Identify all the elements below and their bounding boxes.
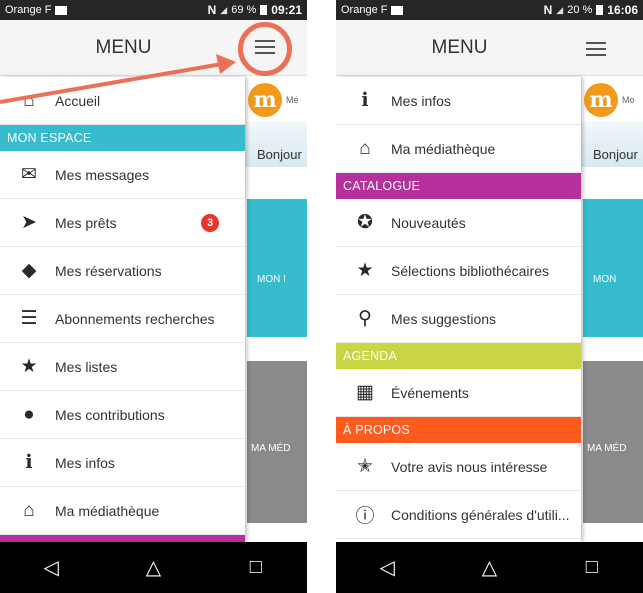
home-background: m Mé Bonjour MON I MA MÉD (245, 77, 307, 542)
status-bar: Orange F N ◢ 69 % 09:21 (0, 0, 307, 20)
hamburger-menu-icon[interactable] (586, 40, 606, 58)
menu-item[interactable]: ✪ Nouveautés (336, 199, 581, 247)
home-background: m Mo Bonjour MON MA MÉD (581, 77, 643, 542)
signal-icon: ◢ (556, 4, 564, 15)
menu-item-label: Abonnements recherches (55, 310, 215, 327)
menu-item-label: Ma médiathèque (391, 140, 496, 157)
home-icon: ⌂ (23, 499, 35, 521)
ma-mediatheque-tile[interactable]: MA MÉD (247, 361, 307, 523)
clock: 09:21 (271, 3, 302, 17)
clock: 16:06 (607, 3, 638, 17)
menu-item-label: Sélections bibliothécaires (391, 262, 549, 279)
phone-screen-2: Orange F N ◢ 20 % 16:06 MENU ℹ Mes infos ⌂… (336, 0, 643, 593)
award-icon: ✪ (357, 212, 373, 233)
logo-text: Mo (622, 94, 635, 105)
app-header: MENU (336, 20, 643, 76)
calendar-icon: ▦ (356, 382, 374, 403)
section-header: AGENDA (336, 343, 581, 369)
menu-item-label: Ma médiathèque (55, 502, 160, 519)
menu-item[interactable]: ◆ Mes réservations (0, 247, 245, 295)
envelope-icon: ✉ (21, 164, 37, 185)
nfc-icon: N (207, 3, 217, 17)
menu-item[interactable]: ▦ Événements (336, 369, 581, 417)
menu-item-label: Mes suggestions (391, 310, 497, 327)
menu-item-label: Mes listes (55, 358, 118, 375)
greeting-text: Bonjour (257, 147, 302, 162)
carrier-label: Orange F (341, 4, 388, 16)
speech-bubble-icon: ● (23, 403, 35, 425)
battery-percent: 20 % (567, 4, 593, 16)
annotation-arrow-icon (0, 54, 236, 104)
home-icon: ⌂ (359, 137, 371, 159)
greeting-text: Bonjour (593, 147, 638, 162)
menu-item[interactable]: ✭ Votre avis nous intéresse (336, 443, 581, 491)
menu-item-label: Mes infos (391, 92, 451, 109)
back-icon[interactable]: ◁ (367, 555, 407, 580)
mediatheque-logo: m (248, 82, 282, 117)
battery-icon (260, 5, 268, 15)
section-header: CATALOGUE (0, 535, 245, 542)
tag-icon: ◆ (21, 260, 37, 281)
menu-title: MENU (431, 37, 488, 58)
back-icon[interactable]: ◁ (31, 555, 71, 580)
info-circle-icon: ⓘ (355, 506, 375, 527)
signal-icon: ◢ (220, 4, 228, 15)
menu-item-label: Conditions générales d'utili... (391, 506, 570, 523)
menu-item[interactable]: ℹ Mes infos (336, 77, 581, 125)
menu-item[interactable]: ✉ Mes messages (0, 151, 245, 199)
menu-item-label: Mes prêts (55, 214, 117, 231)
menu-item[interactable]: ● Mes contributions (0, 391, 245, 439)
carrier-label: Orange F (5, 4, 52, 16)
ma-mediatheque-tile[interactable]: MA MÉD (583, 361, 643, 523)
image-notification-icon (55, 5, 68, 15)
nfc-icon: N (543, 3, 553, 17)
mon-espace-tile[interactable]: MON (583, 199, 643, 337)
info-icon: ℹ (25, 452, 33, 473)
star-icon: ★ (356, 260, 374, 281)
android-nav-bar: ◁ △ □ (336, 542, 643, 593)
menu-item[interactable]: ⓘ Conditions générales d'utili... (336, 491, 581, 539)
menu-item[interactable]: ⌂ Ma médiathèque (0, 487, 245, 535)
home-nav-icon[interactable]: △ (469, 555, 509, 580)
menu-item-label: Nouveautés (391, 214, 466, 231)
menu-item-label: Événements (391, 384, 469, 401)
android-nav-bar: ◁ △ □ (0, 542, 307, 593)
section-header: MON ESPACE (0, 125, 245, 151)
logo-text: Mé (286, 94, 299, 105)
info-icon: ℹ (361, 90, 369, 111)
menu-item-label: Mes contributions (55, 406, 165, 423)
recents-icon[interactable]: □ (236, 556, 276, 579)
star-sparkle-icon: ✭ (357, 456, 373, 477)
menu-item-label: Mes réservations (55, 262, 162, 279)
message-notification-icon (391, 5, 404, 15)
home-nav-icon[interactable]: △ (133, 555, 173, 580)
menu-item[interactable]: ℹ Mes infos (0, 439, 245, 487)
menu-item-label: Mes messages (55, 166, 150, 183)
count-badge: 3 (201, 213, 219, 232)
recents-icon[interactable]: □ (572, 556, 612, 579)
paper-plane-icon: ➤ (21, 212, 37, 233)
phone-screen-1: Orange F N ◢ 69 % 09:21 MENU ⌂ Accueil MON… (0, 0, 307, 593)
nav-drawer: ℹ Mes infos ⌂ Ma médiathèque CATALOGUE ✪ Nouve… (336, 77, 581, 542)
menu-item[interactable]: ★ Sélections bibliothécaires (336, 247, 581, 295)
menu-item[interactable]: ➤ Mes prêts 3 (0, 199, 245, 247)
menu-item-label: Votre avis nous intéresse (391, 458, 548, 475)
menu-item[interactable]: ★ Mes listes (0, 343, 245, 391)
status-bar: Orange F N ◢ 20 % 16:06 (336, 0, 643, 20)
battery-icon (596, 5, 604, 15)
mon-espace-tile[interactable]: MON I (247, 199, 307, 337)
menu-item[interactable]: ⚲ Mes suggestions (336, 295, 581, 343)
list-icon: ☰ (20, 308, 38, 329)
menu-item[interactable]: ⌂ Ma médiathèque (336, 125, 581, 173)
battery-percent: 69 % (231, 4, 257, 16)
lightbulb-icon: ⚲ (358, 308, 372, 329)
mediatheque-logo: m (584, 82, 618, 117)
section-header: CATALOGUE (336, 173, 581, 199)
nav-drawer: ⌂ Accueil MON ESPACE ✉ Mes messages ➤ Mes prêt… (0, 77, 245, 542)
section-header: À PROPOS (336, 417, 581, 443)
star-icon: ★ (20, 356, 38, 377)
menu-item-label: Mes infos (55, 454, 115, 471)
menu-item[interactable]: ☰ Abonnements recherches (0, 295, 245, 343)
